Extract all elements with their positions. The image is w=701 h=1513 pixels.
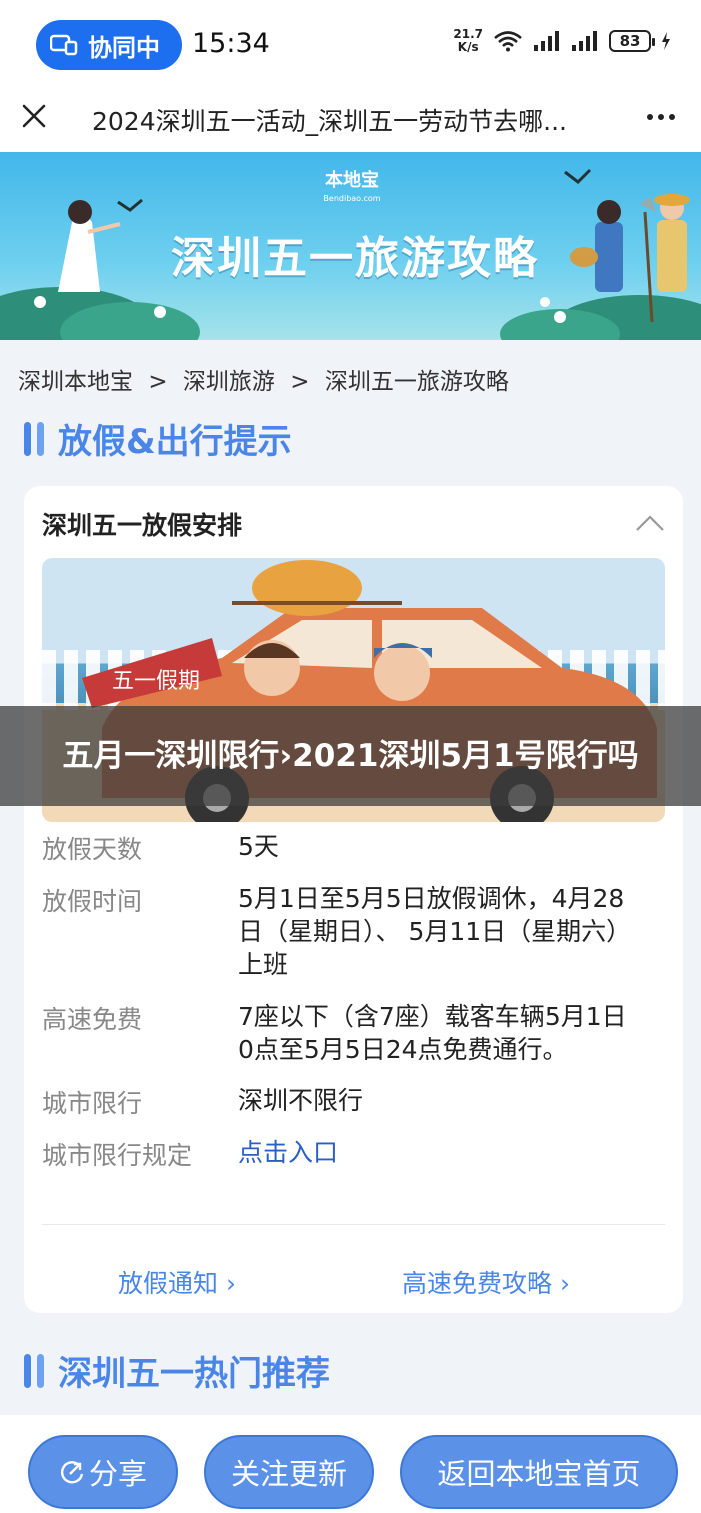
info-row-restriction: 城市限行 深圳不限行 bbox=[42, 1084, 638, 1120]
follow-button[interactable]: 关注更新 bbox=[204, 1435, 374, 1509]
status-bar: 协同中 15:34 21.7 K/s 83 bbox=[0, 0, 701, 88]
signal-icon-2 bbox=[572, 31, 597, 51]
section-title: 深圳五一热门推荐 bbox=[58, 1354, 330, 1394]
info-row-highway: 高速免费 7座以下（含7座）载客车辆5月1日0点至5月5日24点免费通行。 bbox=[42, 1000, 638, 1066]
collab-indicator[interactable]: 协同中 bbox=[36, 20, 182, 70]
info-value: 深圳不限行 bbox=[238, 1086, 364, 1115]
collab-label: 协同中 bbox=[88, 33, 160, 62]
caption-overlay: 五月一深圳限行›2021深圳5月1号限行吗 bbox=[0, 706, 701, 806]
status-icons: 21.7 K/s 83 bbox=[453, 28, 671, 54]
chevron-up-icon[interactable] bbox=[635, 514, 665, 532]
section-title: 放假&出行提示 bbox=[58, 422, 292, 462]
close-icon[interactable] bbox=[20, 102, 48, 130]
section-marker-icon bbox=[24, 421, 44, 456]
info-label: 城市限行 bbox=[42, 1089, 143, 1118]
share-button[interactable]: 分享 bbox=[28, 1435, 178, 1509]
rules-link[interactable]: 点击入口 bbox=[238, 1136, 638, 1172]
signal-icon bbox=[534, 31, 559, 51]
divider bbox=[42, 1224, 665, 1225]
banner: 本地宝 Bendibao.com 深圳五一旅游攻略 bbox=[0, 152, 701, 340]
info-value: 7座以下（含7座）载客车辆5月1日0点至5月5日24点免费通行。 bbox=[238, 1002, 627, 1064]
info-value: 5月1日至5月5日放假调休，4月28日（星期日）、 5月11日（星期六）上班 bbox=[238, 884, 632, 979]
net-speed: 21.7 K/s bbox=[453, 28, 483, 54]
breadcrumb-home[interactable]: 深圳本地宝 bbox=[18, 369, 133, 395]
section-marker-icon bbox=[24, 1353, 44, 1388]
screen-share-icon bbox=[50, 34, 78, 56]
banner-logo-sub: Bendibao.com bbox=[323, 194, 381, 203]
share-icon bbox=[60, 1461, 84, 1484]
highway-guide-link[interactable]: 高速免费攻略 › bbox=[402, 1264, 570, 1300]
follow-label: 关注更新 bbox=[230, 1457, 347, 1491]
more-options-icon[interactable] bbox=[647, 114, 675, 120]
info-value: 5天 bbox=[238, 832, 279, 861]
breadcrumb-sep: > bbox=[290, 369, 310, 395]
charging-icon bbox=[662, 32, 670, 50]
bottom-bar: 分享 关注更新 返回本地宝首页 bbox=[0, 1415, 701, 1513]
net-speed-unit: K/s bbox=[457, 40, 479, 54]
info-row-time: 放假时间 5月1日至5月5日放假调休，4月28日（星期日）、 5月11日（星期六… bbox=[42, 882, 638, 981]
sign-text: 五一假期 bbox=[112, 669, 200, 694]
share-label: 分享 bbox=[88, 1457, 147, 1491]
info-label: 高速免费 bbox=[42, 1005, 143, 1034]
caption-text: 五月一深圳限行›2021深圳5月1号限行吗 bbox=[62, 738, 639, 774]
home-label: 返回本地宝首页 bbox=[437, 1457, 641, 1491]
breadcrumb-sep: > bbox=[148, 369, 168, 395]
page-title: 2024深圳五一活动_深圳五一劳动节去哪... bbox=[92, 107, 567, 136]
banner-logo-text: 本地宝 bbox=[325, 170, 379, 191]
breadcrumb-current[interactable]: 深圳五一旅游攻略 bbox=[325, 369, 509, 395]
info-label: 放假天数 bbox=[42, 835, 143, 864]
section-header-recommend: 深圳五一热门推荐 bbox=[24, 1346, 330, 1395]
wifi-icon bbox=[494, 31, 522, 52]
holiday-notice-link[interactable]: 放假通知 › bbox=[118, 1264, 236, 1300]
info-row-days: 放假天数 5天 bbox=[42, 830, 638, 866]
card-title: 深圳五一放假安排 bbox=[42, 511, 243, 540]
breadcrumb-travel[interactable]: 深圳旅游 bbox=[183, 369, 275, 395]
section-header-tips: 放假&出行提示 bbox=[24, 414, 292, 463]
breadcrumb: 深圳本地宝 > 深圳旅游 > 深圳五一旅游攻略 bbox=[18, 362, 517, 396]
title-bar: 2024深圳五一活动_深圳五一劳动节去哪... bbox=[0, 88, 701, 152]
info-label: 放假时间 bbox=[42, 887, 143, 916]
info-label: 城市限行规定 bbox=[42, 1141, 193, 1170]
info-row-rules: 城市限行规定 点击入口 bbox=[42, 1136, 638, 1172]
home-button[interactable]: 返回本地宝首页 bbox=[400, 1435, 678, 1509]
clock: 15:34 bbox=[192, 28, 270, 59]
battery-icon: 83 bbox=[609, 30, 655, 52]
banner-title: 深圳五一旅游攻略 bbox=[171, 233, 539, 284]
banner-logo: 本地宝 Bendibao.com bbox=[312, 166, 392, 203]
holiday-card: 深圳五一放假安排 五一假期 放假天数 5天 放假时间 5月1日至5月5日放假调休… bbox=[24, 486, 683, 1313]
